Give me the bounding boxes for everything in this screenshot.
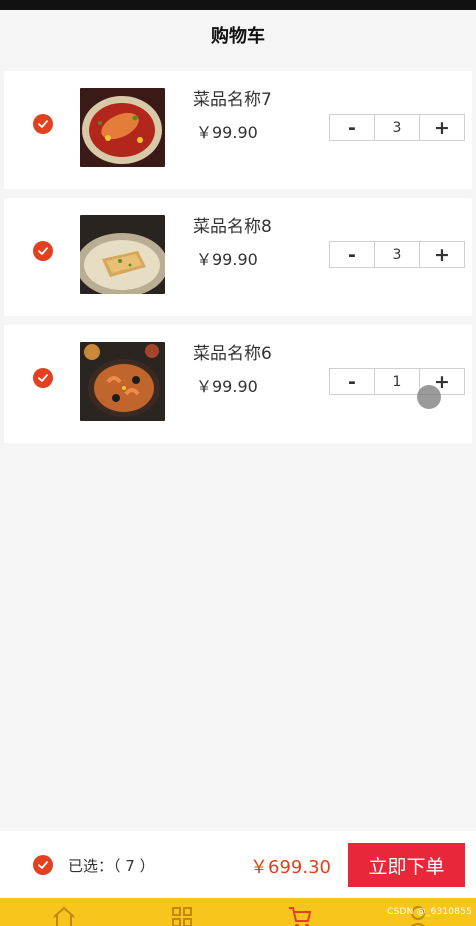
total-price: ￥699.30 — [250, 857, 331, 878]
item-name: 菜品名称7 — [193, 90, 272, 110]
page-title: 购物车 — [211, 26, 265, 47]
place-order-button[interactable]: 立即下单 — [348, 843, 465, 887]
watermark-text: CSDN @_6310855 — [387, 907, 472, 917]
check-icon — [38, 374, 48, 382]
check-icon — [38, 247, 48, 255]
decrease-button[interactable]: - — [330, 369, 374, 394]
seafood-paella-dish-image — [80, 342, 165, 421]
cart-item: 菜品名称6 ￥99.90 - 1 + — [4, 325, 472, 443]
quantity-value[interactable]: 3 — [374, 242, 420, 267]
checkout-bar: 已选：（ 7 ） ￥699.30 立即下单 — [0, 831, 476, 898]
dish-image[interactable] — [80, 342, 165, 421]
item-checkbox[interactable] — [33, 368, 53, 388]
cart-item: 菜品名称7 ￥99.90 - 3 + — [4, 71, 472, 189]
nav-bar: 购物车 — [0, 10, 476, 60]
check-icon — [38, 861, 48, 869]
increase-button[interactable]: + — [420, 115, 464, 140]
tab-bar: CSDN @_6310855 — [0, 898, 476, 926]
selected-count: 已选：（ 7 ） — [68, 857, 155, 875]
dish-image[interactable] — [80, 215, 165, 294]
quantity-stepper: - 1 + — [329, 368, 465, 395]
status-bar — [0, 0, 476, 10]
quantity-value[interactable]: 1 — [374, 369, 420, 394]
cart-icon[interactable] — [287, 904, 313, 926]
quantity-value[interactable]: 3 — [374, 115, 420, 140]
check-icon — [38, 120, 48, 128]
item-price: ￥99.90 — [196, 377, 258, 396]
item-name: 菜品名称8 — [193, 217, 272, 237]
decrease-button[interactable]: - — [330, 115, 374, 140]
home-icon[interactable] — [51, 904, 77, 926]
quantity-stepper: - 3 + — [329, 114, 465, 141]
item-name: 菜品名称6 — [193, 344, 272, 364]
quantity-stepper: - 3 + — [329, 241, 465, 268]
spicy-fish-dish-image — [80, 88, 165, 167]
item-price: ￥99.90 — [196, 250, 258, 269]
select-all-checkbox[interactable] — [33, 855, 53, 875]
dish-image[interactable] — [80, 88, 165, 167]
item-checkbox[interactable] — [33, 241, 53, 261]
decrease-button[interactable]: - — [330, 242, 374, 267]
fried-fish-dish-image — [80, 215, 165, 294]
touch-indicator — [417, 385, 441, 409]
increase-button[interactable]: + — [420, 242, 464, 267]
cart-item: 菜品名称8 ￥99.90 - 3 + — [4, 198, 472, 316]
category-icon[interactable] — [169, 904, 195, 926]
item-price: ￥99.90 — [196, 123, 258, 142]
item-checkbox[interactable] — [33, 114, 53, 134]
